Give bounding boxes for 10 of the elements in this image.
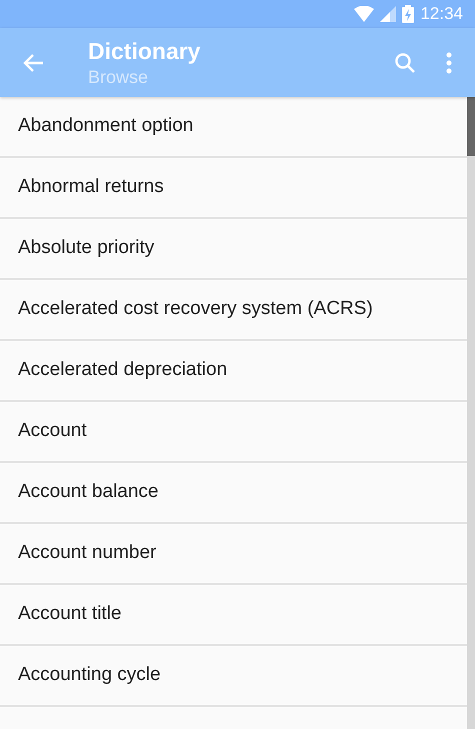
battery-icon — [402, 5, 414, 23]
search-icon — [394, 52, 416, 74]
toolbar-subtitle: Browse — [88, 66, 150, 88]
wifi-icon — [354, 6, 374, 22]
status-time: 12:34 — [420, 3, 463, 26]
signal-icon — [380, 6, 396, 22]
toolbar-title: Dictionary — [88, 36, 202, 64]
more-icon — [446, 52, 452, 74]
scrollbar-thumb[interactable] — [467, 97, 475, 156]
back-arrow-icon — [22, 52, 44, 72]
